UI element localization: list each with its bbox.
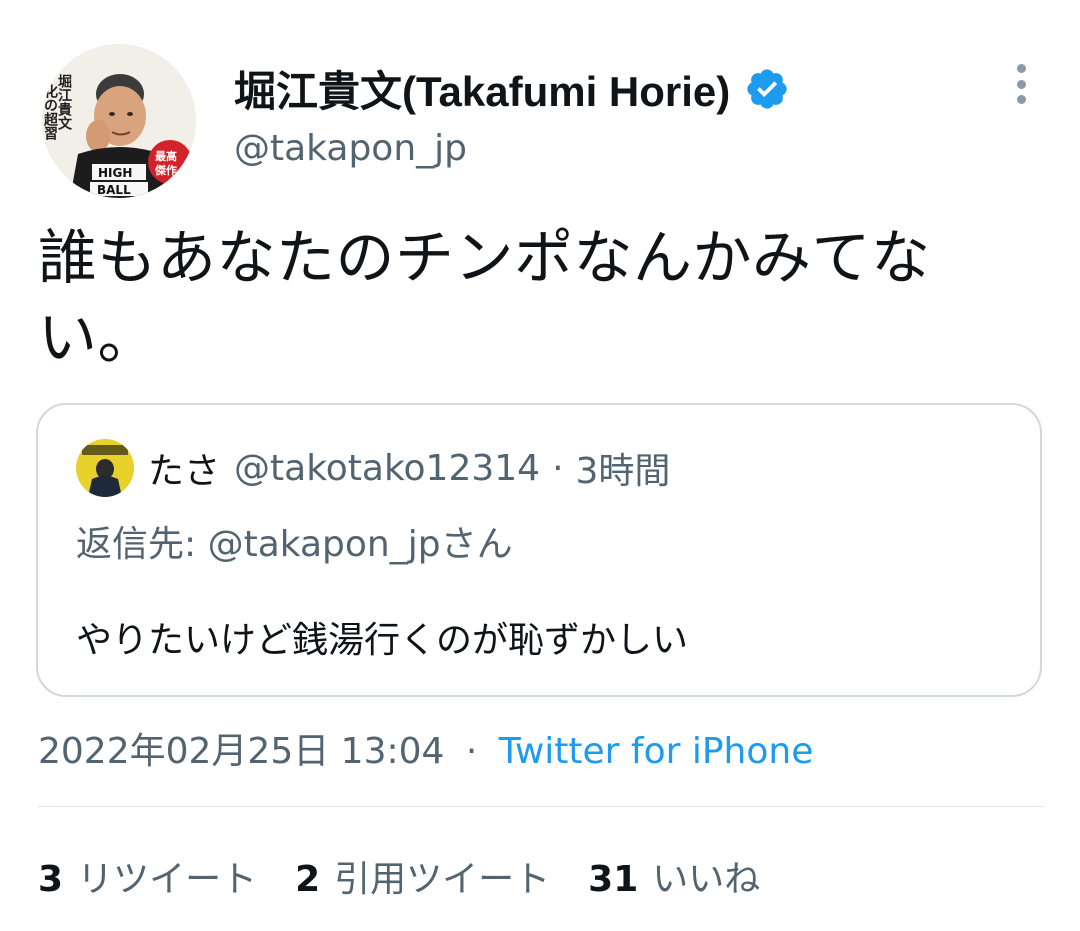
verified-badge-icon (744, 66, 790, 112)
quoted-tweet-header: たさ @takotako12314 · 3時間 (76, 439, 670, 497)
likes-count: 31 (588, 859, 639, 900)
avatar-image: 堀江貴文 化の超習 HIGH BALL 最高 傑作 (42, 44, 196, 198)
avatar-book-title: 堀江貴文 (56, 74, 72, 131)
tweet-stats: 3 リツイート 2 引用ツイート 31 いいね (38, 850, 798, 902)
tweet-source-link[interactable]: Twitter for iPhone (499, 731, 814, 772)
avatar-book-subtitle: 化の超習 (42, 83, 59, 141)
quoted-tweet-card[interactable]: たさ @takotako12314 · 3時間 返信先: @takapon_jp… (36, 403, 1042, 697)
tweet-timestamp[interactable]: 2022年02月25日 13:04 (38, 731, 444, 772)
more-options-icon[interactable] (1010, 64, 1032, 104)
retweets-count: 3 (38, 859, 64, 900)
avatar-seal-text-1: 最高 (155, 149, 177, 163)
quote-tweets-stat[interactable]: 2 引用ツイート (295, 850, 550, 902)
more-dot (1016, 95, 1026, 104)
retweets-stat[interactable]: 3 リツイート (38, 850, 257, 902)
quote-tweets-label: 引用ツイート (334, 859, 551, 900)
more-dot (1016, 79, 1026, 89)
meta-separator: · (465, 731, 478, 772)
quoted-time[interactable]: 3時間 (576, 442, 671, 494)
more-dot (1016, 64, 1026, 73)
quoted-separator: · (552, 447, 564, 489)
likes-stat[interactable]: 31 いいね (588, 850, 760, 902)
quote-tweets-count: 2 (295, 859, 321, 900)
tweet-meta: 2022年02月25日 13:04 · Twitter for iPhone (38, 722, 813, 774)
tweet-text: 誰もあなたのチンポなんかみてない。 (38, 223, 931, 372)
quoted-author-name[interactable]: たさ (148, 442, 220, 494)
avatar-shirt-text-bottom: BALL (97, 183, 131, 197)
likes-label: いいね (652, 859, 761, 900)
quoted-tweet-text: やりたいけど銭湯行くのが恥ずかしい (76, 620, 689, 661)
quoted-reply-to: 返信先: @takapon_jpさん (76, 524, 513, 565)
divider (38, 806, 1044, 807)
avatar-seal-text-2: 傑作 (154, 163, 177, 177)
avatar-shirt-text-top: HIGH (98, 166, 132, 180)
author-display-name[interactable]: 堀江貴文(Takafumi Horie) (234, 58, 730, 119)
quoted-author-handle[interactable]: @takotako12314 (234, 448, 540, 489)
quoted-author-avatar[interactable] (76, 439, 134, 497)
author-handle[interactable]: @takapon_jp (234, 128, 467, 169)
author-name-row: 堀江貴文(Takafumi Horie) (234, 58, 790, 119)
author-avatar[interactable]: 堀江貴文 化の超習 HIGH BALL 最高 傑作 (42, 44, 196, 198)
retweets-label: リツイート (77, 859, 258, 900)
